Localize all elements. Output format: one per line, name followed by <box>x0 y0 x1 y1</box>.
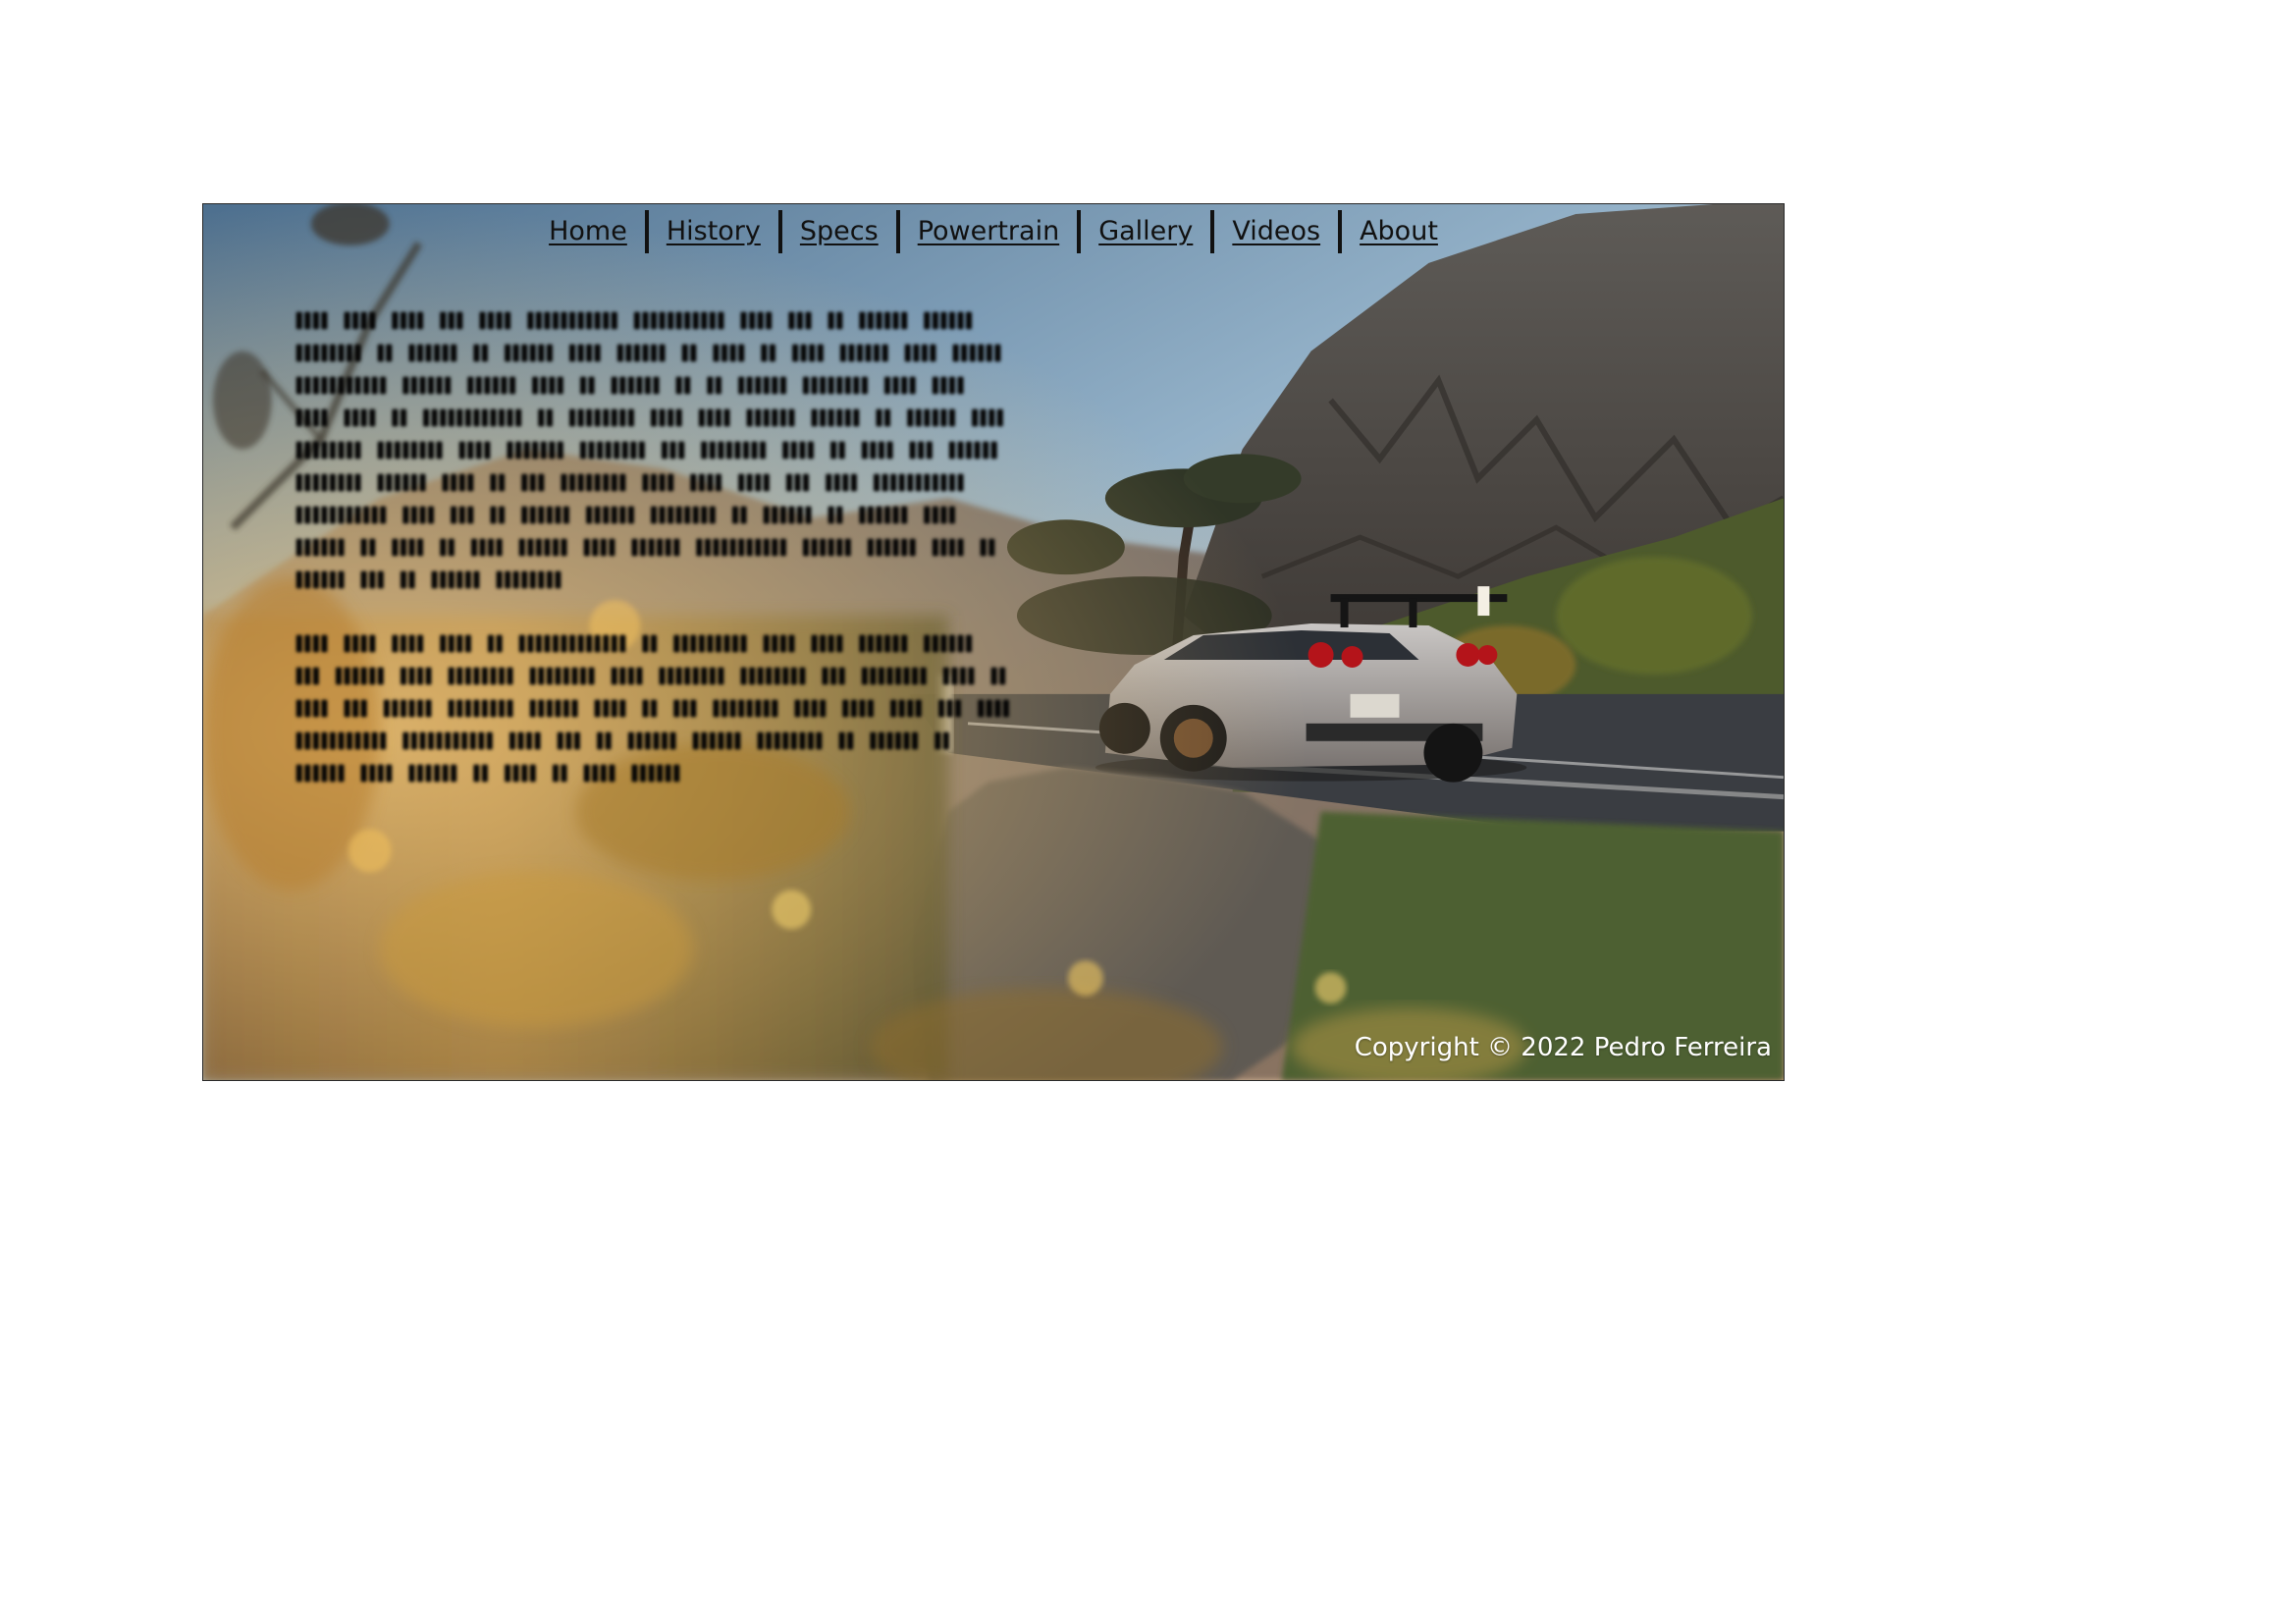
nav-item-videos: Videos <box>1214 214 1338 249</box>
hero-panel: Home History Specs Powertrain Gallery Vi… <box>202 203 1785 1081</box>
nav-link-gallery[interactable]: Gallery <box>1081 214 1210 249</box>
nav-link-videos[interactable]: Videos <box>1214 214 1338 249</box>
article-paragraph: llll llll llll llll ll lllllllllllll ll … <box>295 633 1011 787</box>
main-nav: Home History Specs Powertrain Gallery Vi… <box>203 210 1784 253</box>
nav-link-about[interactable]: About <box>1342 214 1456 249</box>
nav-item-powertrain: Powertrain <box>900 214 1077 249</box>
nav-item-specs: Specs <box>782 214 896 249</box>
nav-link-history[interactable]: History <box>649 214 778 249</box>
nav-link-specs[interactable]: Specs <box>782 214 896 249</box>
nav-item-history: History <box>649 214 778 249</box>
nav-link-powertrain[interactable]: Powertrain <box>900 214 1077 249</box>
nav-item-gallery: Gallery <box>1081 214 1210 249</box>
nav-item-about: About <box>1342 214 1456 249</box>
copyright-text: Copyright © 2022 Pedro Ferreira <box>1354 1033 1772 1062</box>
nav-link-home[interactable]: Home <box>531 214 645 249</box>
article-body: llll llll llll lll llll lllllllllll llll… <box>295 306 1012 823</box>
article-paragraph: llll llll llll lll llll lllllllllll llll… <box>295 310 1005 594</box>
nav-item-home: Home <box>531 214 645 249</box>
